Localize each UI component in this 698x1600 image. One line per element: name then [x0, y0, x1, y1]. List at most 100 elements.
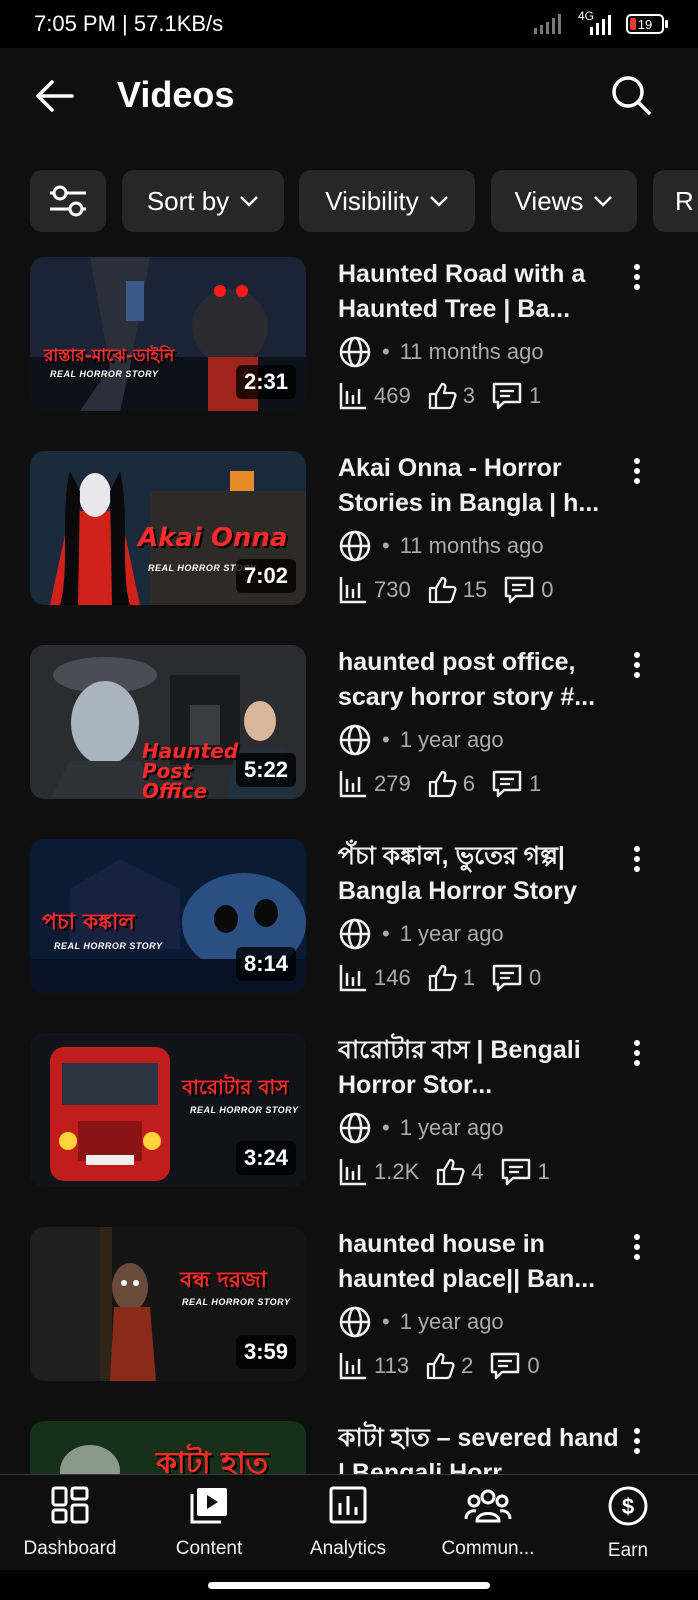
video-thumbnail[interactable]: Haunted Post Office 5:22: [30, 645, 306, 799]
thumbnail-text: কাটা হাত: [156, 1446, 269, 1474]
thumbnail-subtext: REAL HORROR STORY: [190, 1105, 299, 1115]
views-chart-icon: [339, 1353, 366, 1380]
community-icon: [464, 1489, 512, 1523]
video-age: 1 year ago: [399, 1115, 504, 1140]
globe-icon: [339, 1112, 371, 1144]
more-vert-icon[interactable]: [630, 1039, 644, 1069]
video-stats: 146 1 0: [338, 963, 557, 993]
dot-separator: •: [382, 921, 390, 946]
home-indicator[interactable]: [208, 1582, 490, 1589]
video-thumbnail[interactable]: Akai Onna REAL HORROR STORY 7:02: [30, 451, 306, 605]
thumbnail-text: বারোটার বাস: [182, 1075, 289, 1099]
chip-label: R: [675, 185, 694, 216]
content-icon: [190, 1488, 227, 1524]
video-thumbnail[interactable]: বন্ধ দরজা REAL HORROR STORY 3:59: [30, 1227, 306, 1381]
like-icon: [428, 382, 457, 410]
visibility-chip[interactable]: Visibility: [299, 170, 475, 232]
like-count: 6: [462, 771, 475, 796]
globe-icon: [339, 724, 371, 756]
view-count: 469: [374, 383, 411, 408]
dot-separator: •: [382, 727, 390, 752]
signal-4g-icon: [590, 15, 611, 35]
nav-label: Content: [175, 1538, 243, 1559]
video-stats: 279 6 1: [338, 769, 557, 799]
video-list-item[interactable]: Haunted Post Office 5:22 haunted post of…: [30, 645, 670, 805]
video-meta: • 1 year ago: [338, 1305, 504, 1339]
video-meta: • 11 months ago: [338, 335, 544, 369]
filter-bar: Sort by Visibility Views R: [30, 170, 698, 234]
views-chart-icon: [339, 577, 366, 604]
more-vert-icon[interactable]: [630, 845, 644, 875]
comment-count: 1: [528, 383, 542, 408]
like-count: 1: [462, 965, 475, 990]
video-list-item[interactable]: রাস্তার-মাঝে-ডাইনি REAL HORROR STORY 2:3…: [30, 257, 670, 417]
like-icon: [428, 964, 457, 992]
back-arrow-icon: [36, 80, 74, 112]
video-title[interactable]: Haunted Road with a Haunted Tree | Ba...: [338, 257, 628, 327]
comment-icon: [492, 382, 522, 410]
video-list-item[interactable]: কাটা হাত কাটা হাত – severed hand | Benga…: [30, 1421, 670, 1474]
video-list-item[interactable]: Akai Onna REAL HORROR STORY 7:02 Akai On…: [30, 451, 670, 611]
status-time: 7:05 PM | 57.1KB/s: [34, 11, 224, 36]
dashboard-icon: [51, 1486, 89, 1524]
battery-level: 19: [637, 16, 653, 32]
video-list-item[interactable]: বন্ধ দরজা REAL HORROR STORY 3:59 haunted…: [30, 1227, 670, 1387]
video-title[interactable]: haunted post office, scary horror story …: [338, 645, 628, 715]
video-meta: • 1 year ago: [338, 1111, 504, 1145]
video-duration: 5:22: [235, 753, 296, 787]
like-icon: [426, 1352, 455, 1380]
nav-dashboard[interactable]: Dashboard: [0, 1485, 140, 1560]
video-thumbnail[interactable]: রাস্তার-মাঝে-ডাইনি REAL HORROR STORY 2:3…: [30, 257, 306, 411]
more-vert-icon[interactable]: [630, 1427, 644, 1457]
video-age: 1 year ago: [399, 921, 504, 946]
video-title[interactable]: বারোটার বাস | Bengali Horror Stor...: [338, 1033, 628, 1103]
nav-label: Dashboard: [23, 1538, 117, 1559]
video-duration: 2:31: [235, 365, 296, 399]
more-filter-chip[interactable]: R: [653, 170, 698, 232]
search-button[interactable]: [610, 74, 652, 121]
views-chip[interactable]: Views: [491, 170, 637, 232]
sort-by-chip[interactable]: Sort by: [122, 170, 284, 232]
video-duration: 3:24: [235, 1141, 296, 1175]
more-vert-icon[interactable]: [630, 1233, 644, 1263]
svg-text:$: $: [622, 1494, 634, 1519]
more-vert-icon[interactable]: [630, 457, 644, 487]
chip-label: Views: [514, 185, 584, 216]
more-vert-icon[interactable]: [630, 651, 644, 681]
video-title[interactable]: পঁচা কঙ্কাল, ভুতের গল্প| Bangla Horror S…: [338, 839, 628, 909]
globe-icon: [339, 336, 371, 368]
view-count: 146: [374, 965, 411, 990]
thumbnail-text: বন্ধ দরজা: [180, 1268, 268, 1293]
dot-separator: •: [382, 339, 390, 364]
video-stats: 730 15 0: [338, 575, 569, 605]
like-count: 15: [462, 577, 488, 602]
nav-analytics[interactable]: Analytics: [278, 1485, 418, 1560]
like-count: 4: [471, 1159, 484, 1184]
video-age: 11 months ago: [399, 533, 544, 558]
battery-icon: 19: [626, 14, 668, 34]
video-thumbnail[interactable]: পচা কঙ্কাল REAL HORROR STORY 8:14: [30, 839, 306, 993]
views-chart-icon: [339, 771, 366, 798]
comment-icon: [491, 1352, 520, 1380]
more-vert-icon[interactable]: [630, 263, 644, 293]
video-title[interactable]: Akai Onna - Horror Stories in Bangla | h…: [338, 451, 628, 521]
video-list-item[interactable]: বারোটার বাস REAL HORROR STORY 3:24 বারোট…: [30, 1033, 670, 1193]
like-icon: [437, 1158, 465, 1186]
video-age: 11 months ago: [399, 339, 544, 364]
nav-community[interactable]: Commun...: [418, 1485, 558, 1560]
video-stats: 113 2 0: [338, 1351, 556, 1381]
video-thumbnail[interactable]: কাটা হাত: [30, 1421, 306, 1474]
globe-icon: [339, 530, 371, 562]
comment-count: 0: [527, 1353, 540, 1378]
nav-content[interactable]: Content: [139, 1485, 279, 1560]
video-list-item[interactable]: পচা কঙ্কাল REAL HORROR STORY 8:14 পঁচা ক…: [30, 839, 670, 999]
views-chart-icon: [339, 383, 366, 410]
thumbnail-text: রাস্তার-মাঝে-ডাইনি: [44, 346, 175, 366]
video-title[interactable]: haunted house in haunted place|| Ban...: [338, 1227, 628, 1297]
video-title[interactable]: কাটা হাত – severed hand | Bengali Horr..…: [338, 1421, 628, 1474]
nav-label: Earn: [607, 1540, 649, 1561]
back-button[interactable]: [34, 80, 74, 117]
video-thumbnail[interactable]: বারোটার বাস REAL HORROR STORY 3:24: [30, 1033, 306, 1187]
filter-settings-button[interactable]: [30, 170, 106, 232]
nav-earn[interactable]: $ Earn: [558, 1485, 698, 1562]
